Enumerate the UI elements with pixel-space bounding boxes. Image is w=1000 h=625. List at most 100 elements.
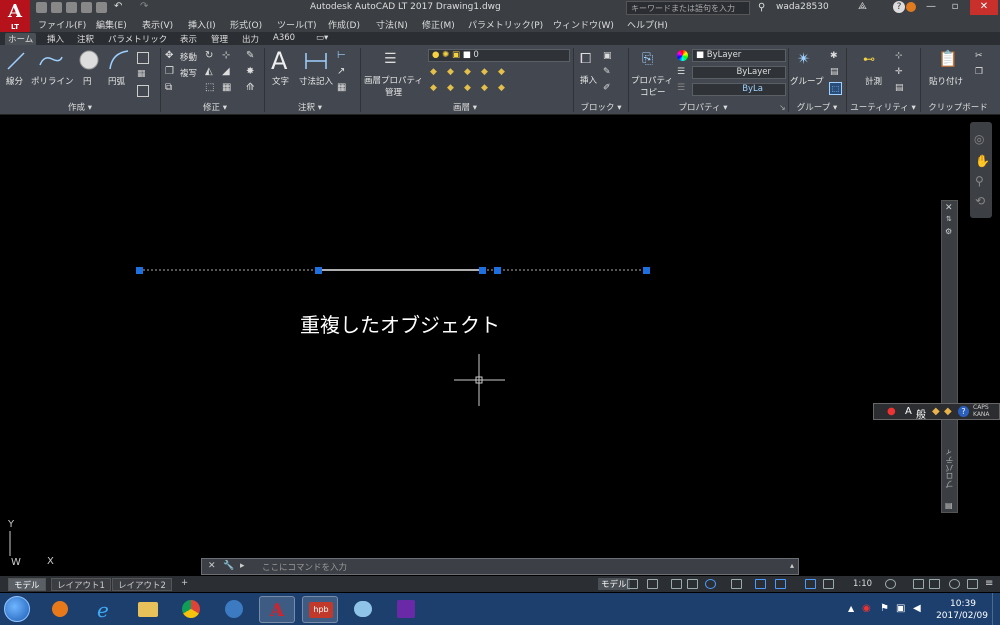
layer-properties-label-1[interactable]: 画層プロパティ	[364, 74, 423, 86]
username[interactable]: wada28530	[776, 2, 829, 12]
trim-icon[interactable]: ⊹	[222, 51, 234, 63]
layer-tool-icon[interactable]: ◆	[430, 83, 442, 95]
rectangle-icon[interactable]	[137, 52, 149, 64]
auto-scale-icon[interactable]	[823, 579, 834, 589]
color-dropdown[interactable]: ■ ByLayer	[692, 49, 786, 62]
close-button[interactable]: ✕	[970, 0, 998, 15]
layer-properties-icon[interactable]: ☰	[384, 51, 404, 69]
array-icon[interactable]: ▦	[222, 83, 234, 95]
save-as-icon[interactable]	[81, 2, 92, 13]
notification-icon[interactable]	[906, 2, 916, 12]
utilities-panel-title[interactable]: ユーティリティ ▾	[848, 101, 918, 113]
linear-dim-icon[interactable]: ⊢	[337, 51, 349, 63]
clock-date[interactable]: 2017/02/09	[934, 611, 990, 621]
save-icon[interactable]	[66, 2, 77, 13]
game-app-icon[interactable]	[388, 596, 424, 623]
ime-tool-icon[interactable]: ◆	[932, 406, 940, 417]
explode-icon[interactable]: ✸	[246, 67, 258, 79]
customization-menu-icon[interactable]: ≡	[985, 578, 993, 589]
layer-tool-icon[interactable]: ◆	[464, 83, 476, 95]
linetype-dropdown[interactable]: ByLayer	[692, 66, 786, 79]
ime-icon[interactable]: ●	[887, 406, 896, 417]
arc-label[interactable]: 円弧	[108, 75, 125, 87]
measure-icon[interactable]: ⊷	[863, 53, 883, 67]
grip[interactable]	[643, 267, 650, 274]
annotation-panel-title[interactable]: 注釈 ▾	[285, 101, 335, 113]
insert-label[interactable]: 挿入	[580, 74, 597, 86]
polar-icon[interactable]	[705, 579, 716, 589]
tab-view[interactable]: 表示	[177, 33, 200, 45]
fillet-icon[interactable]: ◢	[222, 67, 234, 79]
thunderbird-icon[interactable]	[216, 596, 252, 623]
stretch-icon[interactable]: ⧉	[165, 83, 177, 95]
object-snap-icon[interactable]	[775, 579, 786, 589]
tab-layout1[interactable]: レイアウト1	[51, 578, 111, 591]
menu-format[interactable]: 形式(O)	[230, 18, 262, 31]
rotate-icon[interactable]: ↻	[205, 51, 217, 63]
orbit-icon[interactable]: ⟲	[975, 194, 985, 208]
exchange-icon[interactable]: ⟁	[858, 1, 867, 12]
annotation-visibility-icon[interactable]	[805, 579, 816, 589]
redo-icon[interactable]: ↷	[140, 2, 151, 13]
object-snap-tracking-icon[interactable]	[755, 579, 766, 589]
text-icon[interactable]: A	[271, 47, 287, 75]
layers-panel-title[interactable]: 画層 ▾	[440, 101, 490, 113]
command-close-icon[interactable]: ✕	[208, 561, 216, 571]
autocad-taskbar-icon[interactable]: A	[259, 596, 295, 623]
tray-security-icon[interactable]: ◉	[862, 603, 871, 614]
palette-close-icon[interactable]: ✕	[945, 203, 953, 213]
tray-expand-icon[interactable]: ▲	[848, 604, 854, 613]
clipboard-panel-title[interactable]: クリップボード	[925, 101, 991, 113]
start-button[interactable]	[4, 596, 30, 622]
group-label[interactable]: グループ	[790, 75, 824, 87]
snap-icon[interactable]	[647, 579, 658, 589]
offset-icon[interactable]: ⟰	[246, 83, 258, 95]
undo-icon[interactable]: ↶	[114, 2, 125, 13]
clean-screen-icon[interactable]	[967, 579, 978, 589]
zoom-icon[interactable]: ⚲	[975, 174, 984, 188]
paste-icon[interactable]: 📋	[938, 49, 958, 71]
ime-mode[interactable]: A	[905, 406, 912, 417]
leader-icon[interactable]: ↗	[337, 67, 349, 79]
command-prompt-icon[interactable]: ▸	[240, 561, 245, 571]
move-label[interactable]: 移動	[180, 51, 197, 63]
text-label[interactable]: 文字	[272, 75, 289, 87]
group-select-icon[interactable]: ⬚	[829, 82, 842, 95]
internet-explorer-icon[interactable]: e	[88, 596, 124, 623]
copy-label[interactable]: 複写	[180, 67, 197, 79]
line-icon[interactable]	[6, 51, 26, 71]
pan-icon[interactable]: ✋	[975, 154, 990, 168]
insert-block-icon[interactable]: ⧠	[580, 51, 598, 69]
dimension-icon[interactable]	[304, 51, 328, 71]
hpb-taskbar-icon[interactable]: hpb	[302, 596, 338, 623]
grip[interactable]	[315, 267, 322, 274]
menu-help[interactable]: ヘルプ(H)	[627, 18, 668, 31]
match-properties-label-2[interactable]: コピー	[640, 86, 666, 98]
chrome-icon[interactable]	[173, 596, 209, 623]
grip[interactable]	[479, 267, 486, 274]
layer-properties-label-2[interactable]: 管理	[385, 86, 402, 98]
minimize-button[interactable]: —	[922, 0, 940, 15]
hatch-icon[interactable]: ▦	[137, 69, 149, 81]
ime-help-icon[interactable]: ?	[958, 406, 969, 417]
app-menu-button[interactable]: A LT	[0, 0, 30, 32]
command-settings-icon[interactable]: 🔧	[223, 561, 234, 571]
groups-panel-title[interactable]: グループ ▾	[792, 101, 842, 113]
infer-constraints-icon[interactable]	[671, 579, 682, 589]
tray-flag-icon[interactable]: ⚑	[880, 603, 889, 614]
new-file-icon[interactable]	[36, 2, 47, 13]
group-edit-icon[interactable]: ▤	[830, 67, 842, 79]
properties-panel-title[interactable]: プロパティ ▾	[668, 101, 738, 113]
tab-model[interactable]: モデル	[8, 578, 46, 591]
modify-panel-title[interactable]: 修正 ▾	[185, 101, 245, 113]
draw-panel-title[interactable]: 作成 ▾	[40, 101, 120, 113]
isodraft-icon[interactable]	[731, 579, 742, 589]
polyline-icon[interactable]	[38, 51, 64, 71]
circle-icon[interactable]	[78, 49, 100, 71]
panel-launcher-icon[interactable]: ↘	[779, 103, 786, 112]
calculator-icon[interactable]: ▤	[895, 83, 907, 95]
grid-icon[interactable]	[627, 579, 638, 589]
layer-tool-icon[interactable]: ◆	[498, 67, 510, 79]
dimension-label[interactable]: 寸法記入	[299, 75, 333, 87]
ungroup-icon[interactable]: ✱	[830, 51, 842, 63]
